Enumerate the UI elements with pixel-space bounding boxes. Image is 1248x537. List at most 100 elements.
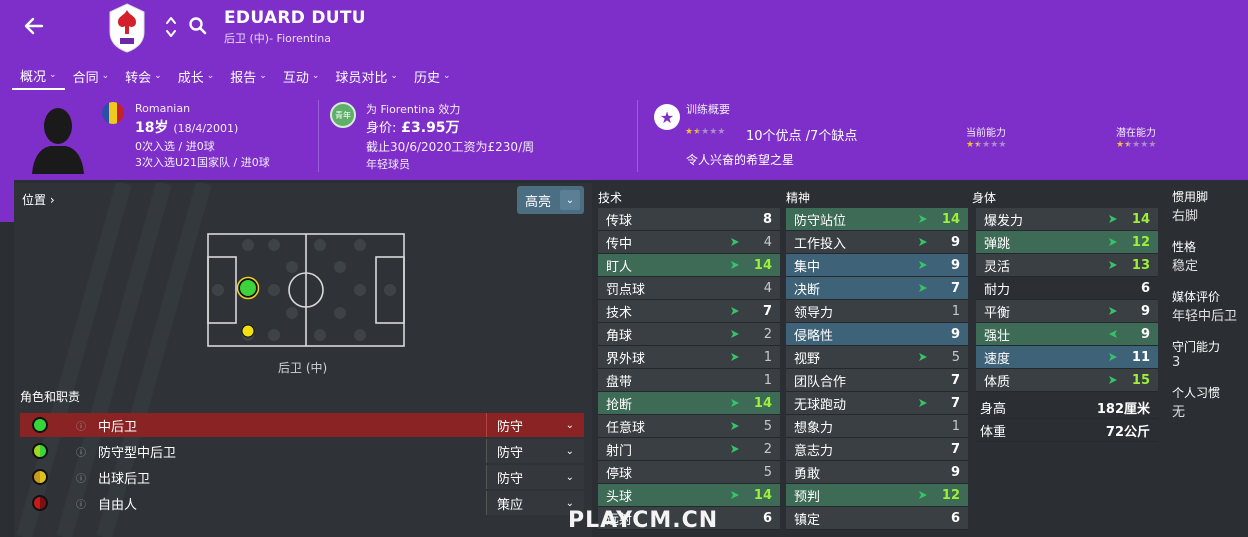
attribute-row[interactable]: 体质 15 — [976, 369, 1158, 392]
tab-history[interactable]: 历史 ⌄ — [406, 62, 459, 90]
attribute-row[interactable]: 抢断 14 — [598, 392, 780, 415]
trend-up-arrow-icon — [731, 491, 739, 499]
attribute-value: 2 — [763, 441, 772, 457]
body-measurements: 身高 182厘米 体重 72公斤 — [976, 396, 1158, 442]
position-name: 后卫 (中) — [278, 361, 328, 375]
search-icon[interactable] — [188, 16, 208, 36]
attribute-row[interactable]: 领导力 1 — [786, 300, 968, 323]
attribute-row[interactable]: 视野 5 — [786, 346, 968, 369]
role-row[interactable]: ⓘ 中后卫 防守 ⌄ — [20, 413, 584, 437]
positions-link[interactable]: 位置 › — [22, 191, 55, 208]
tab-compare[interactable]: 球员对比 ⌄ — [327, 62, 406, 90]
attribute-row[interactable]: 防守站位 14 — [786, 208, 968, 231]
info-icon[interactable]: ⓘ — [76, 496, 86, 511]
attribute-row[interactable]: 传中 4 — [598, 231, 780, 254]
attribute-row[interactable]: 传球 8 — [598, 208, 780, 231]
attribute-name: 无球跑动 — [794, 397, 847, 413]
attribute-value: 1 — [763, 372, 772, 388]
chevron-down-icon: ⌄ — [154, 71, 162, 81]
attribute-value: 1 — [951, 418, 960, 434]
attribute-value: 14 — [753, 487, 772, 503]
duty-dropdown[interactable]: 防守 ⌄ — [486, 413, 584, 437]
trend-up-arrow-icon — [731, 307, 739, 315]
physical-title: 身体 — [972, 191, 997, 205]
attribute-row[interactable]: 头球 14 — [598, 484, 780, 507]
trend-down-arrow-icon — [1109, 330, 1117, 338]
attribute-row[interactable]: 镇定 6 — [786, 507, 968, 530]
attribute-name: 盘带 — [606, 374, 633, 390]
attribute-row[interactable]: 爆发力 14 — [976, 208, 1158, 231]
trend-up-arrow-icon — [1109, 376, 1117, 384]
trend-up-arrow-icon — [919, 238, 927, 246]
highlight-dropdown[interactable]: 高亮 ⌄ — [517, 186, 584, 214]
duty-dropdown[interactable]: 防守 ⌄ — [486, 465, 584, 489]
attribute-row[interactable]: 角球 2 — [598, 323, 780, 346]
training-star-icon: ★ — [654, 104, 680, 130]
tab-development[interactable]: 成长 ⌄ — [170, 62, 223, 90]
attribute-value: 9 — [1140, 326, 1150, 342]
attribute-row[interactable]: 决断 7 — [786, 277, 968, 300]
attribute-row[interactable]: 集中 9 — [786, 254, 968, 277]
attribute-row[interactable]: 盘带 1 — [598, 369, 780, 392]
chevron-down-icon: ⌄ — [442, 71, 451, 81]
player-switch-icon[interactable] — [164, 14, 178, 40]
attribute-value: 13 — [1131, 257, 1150, 273]
role-row[interactable]: ⓘ 防守型中后卫 防守 ⌄ — [20, 439, 584, 463]
current-ability-stars: ★★★★★ — [966, 140, 1007, 150]
info-icon[interactable]: ⓘ — [76, 418, 86, 433]
trend-up-arrow-icon — [731, 261, 739, 269]
chevron-down-icon: ⌄ — [565, 445, 574, 457]
tab-contract[interactable]: 合同 ⌄ — [65, 62, 118, 90]
attribute-value: 7 — [762, 303, 772, 319]
duty-dropdown[interactable]: 防守 ⌄ — [486, 439, 584, 463]
role-row[interactable]: ⓘ 自由人 策应 ⌄ — [20, 491, 584, 515]
attribute-row[interactable]: 技术 7 — [598, 300, 780, 323]
attribute-row[interactable]: 意志力 7 — [786, 438, 968, 461]
tab-reports[interactable]: 报告 ⌄ — [222, 62, 275, 90]
tab-interaction[interactable]: 互动 ⌄ — [275, 62, 328, 90]
attribute-row[interactable]: 团队合作 7 — [786, 369, 968, 392]
attribute-row[interactable]: 弹跳 12 — [976, 231, 1158, 254]
attribute-row[interactable]: 无球跑动 7 — [786, 392, 968, 415]
attribute-value: 14 — [941, 211, 960, 227]
attribute-row[interactable]: 界外球 1 — [598, 346, 780, 369]
role-suitability-icon — [32, 443, 48, 459]
role-suitability-icon — [32, 417, 48, 433]
attribute-row[interactable]: 预判 12 — [786, 484, 968, 507]
chevron-down-icon: ⌄ — [565, 419, 574, 431]
attribute-value: 6 — [1140, 280, 1150, 296]
attribute-row[interactable]: 强壮 9 — [976, 323, 1158, 346]
attribute-row[interactable]: 停球 5 — [598, 461, 780, 484]
tab-overview[interactable]: 概况 ⌄ — [12, 62, 65, 90]
attribute-name: 集中 — [794, 259, 821, 275]
attribute-value: 15 — [1131, 372, 1150, 388]
attribute-row[interactable]: 射门 2 — [598, 438, 780, 461]
attribute-row[interactable]: 速度 11 — [976, 346, 1158, 369]
divider — [637, 100, 638, 172]
tab-transfer[interactable]: 转会 ⌄ — [117, 62, 170, 90]
info-icon[interactable]: ⓘ — [76, 470, 86, 485]
attribute-row[interactable]: 罚点球 4 — [598, 277, 780, 300]
club-badge-icon[interactable] — [106, 2, 148, 54]
personality-value: 稳定 — [1172, 259, 1199, 274]
info-icon[interactable]: ⓘ — [76, 444, 86, 459]
back-arrow-icon[interactable] — [20, 12, 48, 40]
international-caps: 0次入选 / 进0球 — [135, 140, 215, 153]
date-of-birth: (18/4/2001) — [173, 122, 239, 135]
attribute-row[interactable]: 盯人 14 — [598, 254, 780, 277]
attribute-row[interactable]: 侵略性 9 — [786, 323, 968, 346]
attribute-row[interactable]: 工作投入 9 — [786, 231, 968, 254]
attribute-name: 灵活 — [984, 259, 1011, 275]
goalkeeping-label: 守门能力 — [1172, 340, 1221, 354]
attribute-value: 8 — [762, 211, 772, 227]
role-row[interactable]: ⓘ 出球后卫 防守 ⌄ — [20, 465, 584, 489]
attribute-row[interactable]: 灵活 13 — [976, 254, 1158, 277]
player-header: EDUARD DUTU 后卫 (中)- Fiorentina 概况 ⌄ 合同 ⌄ 转… — [0, 0, 1248, 180]
attribute-row[interactable]: 平衡 9 — [976, 300, 1158, 323]
chevron-down-icon: ⌄ — [560, 190, 580, 210]
attribute-row[interactable]: 耐力 6 — [976, 277, 1158, 300]
attribute-value: 7 — [950, 395, 960, 411]
attribute-row[interactable]: 勇敢 9 — [786, 461, 968, 484]
attribute-row[interactable]: 想象力 1 — [786, 415, 968, 438]
attribute-row[interactable]: 任意球 5 — [598, 415, 780, 438]
